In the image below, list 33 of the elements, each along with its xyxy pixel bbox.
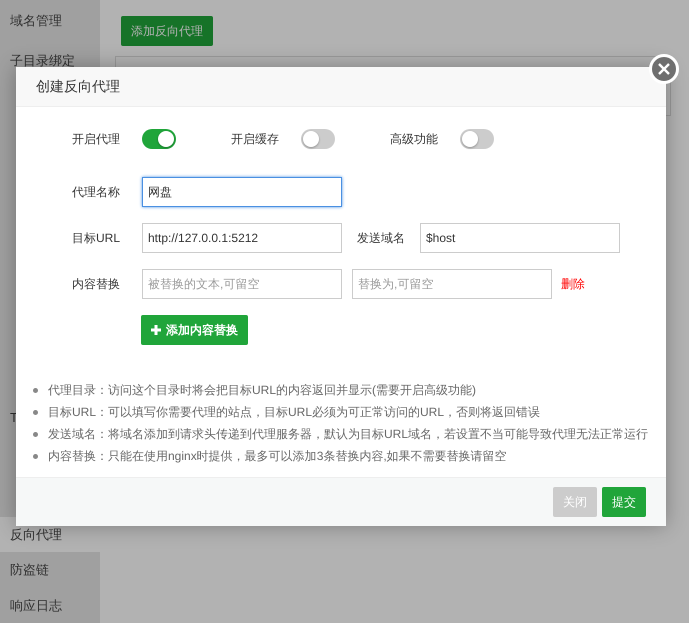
help-note: 代理目录：访问这个目录时将会把目标URL的内容返回并显示(需要开启高级功能) xyxy=(48,382,476,398)
sidebar-item[interactable]: 防盗链 xyxy=(0,552,100,588)
bullet-icon xyxy=(33,454,38,458)
toggle-label: 高级功能 xyxy=(390,130,439,148)
field-label: 代理名称 xyxy=(72,184,121,200)
delete-link[interactable]: 删除 xyxy=(561,276,585,292)
field-label: 目标URL xyxy=(72,230,122,246)
bullet-icon xyxy=(33,388,38,392)
submit-button[interactable]: 提交 xyxy=(602,487,646,517)
toggle-switch[interactable] xyxy=(301,129,335,149)
help-note: 内容替换：只能在使用nginx时提供，最多可以添加3条替换内容,如果不需要替换请留空 xyxy=(48,448,507,464)
replace-from-input[interactable]: 被替换的文本,可留空 xyxy=(142,269,342,299)
help-note: 目标URL：可以填写你需要代理的站点，目标URL必须为可正常访问的URL，否则将返回错误 xyxy=(48,404,540,420)
name-input[interactable]: 网盘 xyxy=(142,177,342,207)
plus-icon xyxy=(151,325,161,335)
field-label: 内容替换 xyxy=(72,276,121,292)
sidebar-item[interactable]: 域名管理 xyxy=(0,0,100,40)
field-label: 发送域名 xyxy=(357,230,406,246)
add-replace-button[interactable]: 添加内容替换 xyxy=(141,315,248,345)
dialog-title: 创建反向代理 xyxy=(16,67,666,107)
toggle-label: 开启代理 xyxy=(72,130,121,148)
toggle-label: 开启缓存 xyxy=(231,130,280,148)
help-note: 发送域名：将域名添加到请求头传递到代理服务器，默认为目标URL域名，若设置不当可能导致代理无法正常运行 xyxy=(48,426,648,442)
add-proxy-button[interactable]: 添加反向代理 xyxy=(121,16,213,46)
close-icon[interactable] xyxy=(649,54,679,84)
bullet-icon xyxy=(33,410,38,414)
bullet-icon xyxy=(33,432,38,436)
toggle-switch[interactable] xyxy=(142,129,176,149)
url-input[interactable]: http://127.0.0.1:5212 xyxy=(142,223,342,253)
toggle-switch[interactable] xyxy=(460,129,494,149)
replace-to-input[interactable]: 替换为,可留空 xyxy=(352,269,552,299)
sidebar-item[interactable]: 响应日志 xyxy=(0,588,100,623)
host-input[interactable]: $host xyxy=(420,223,620,253)
